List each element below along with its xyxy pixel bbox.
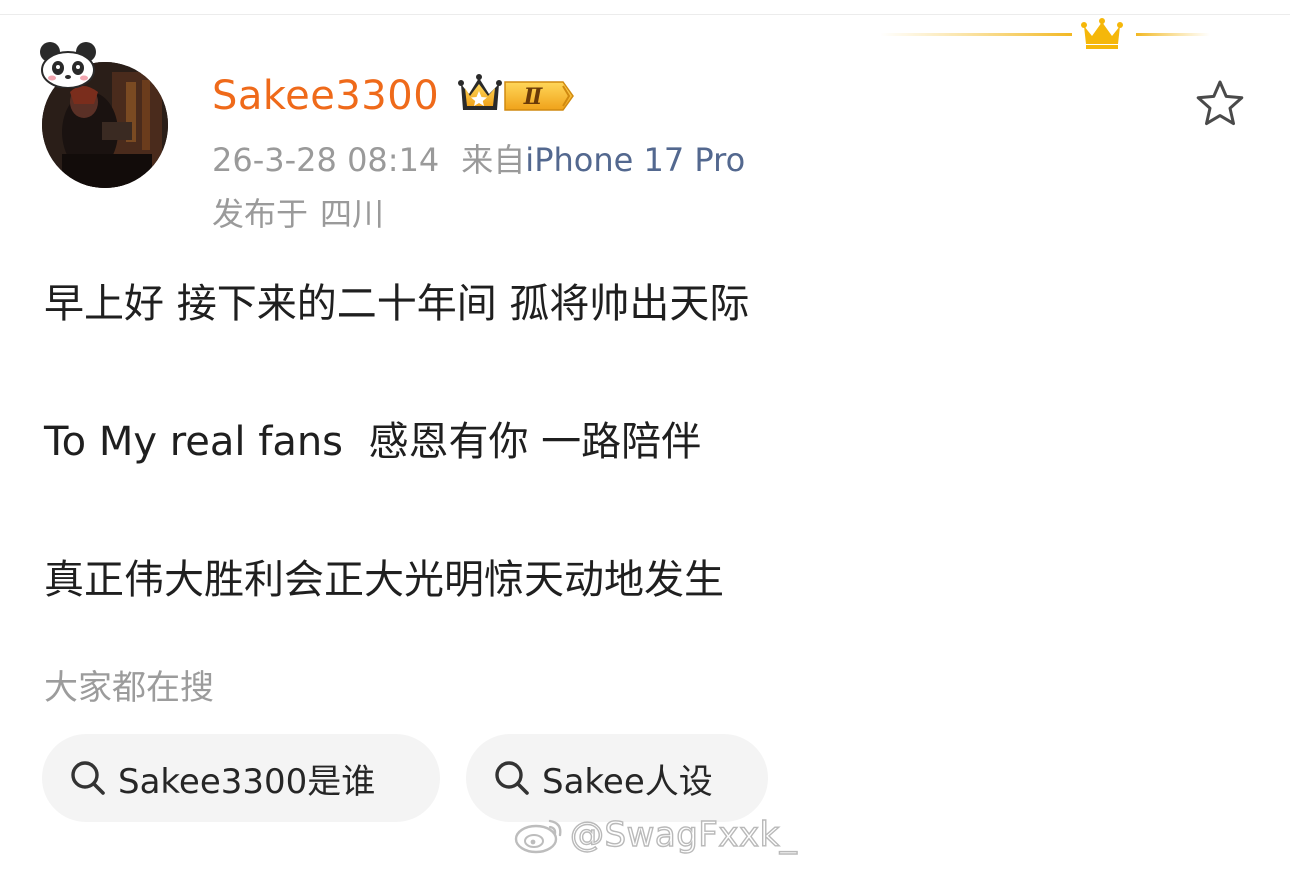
- author-avatar-wrapper[interactable]: [36, 40, 172, 190]
- search-chip-label: Sakee3300是谁: [118, 761, 376, 802]
- watermark-text: @SwagFxxk_: [569, 814, 798, 855]
- source-device-link[interactable]: iPhone 17 Pro: [525, 141, 745, 179]
- weibo-logo-icon: [514, 819, 562, 854]
- top-divider: [0, 14, 1290, 15]
- search-icon: [71, 761, 105, 795]
- username[interactable]: Sakee3300: [212, 70, 439, 122]
- panda-icon: [40, 42, 96, 88]
- crown-decoration-icon: [880, 18, 1210, 49]
- vip-level-label: Ⅱ: [523, 84, 544, 110]
- location-name: 四川: [320, 195, 385, 233]
- post-timestamp: 26-3-28 08:14: [212, 141, 440, 179]
- post-text-line-2: To My real fans 感恩有你 一路陪伴: [44, 419, 702, 465]
- search-chip-label: Sakee人设: [542, 761, 713, 802]
- star-outline-icon[interactable]: [1192, 76, 1248, 132]
- post-text-line-1: 早上好 接下来的二十年间 孤将帅出天际: [44, 281, 750, 327]
- post-text-line-3: 真正伟大胜利会正大光明惊天动地发生: [44, 557, 724, 603]
- search-chip[interactable]: Sakee3300是谁: [42, 734, 440, 822]
- post-meta: 26-3-28 08:14 来自iPhone 17 Pro: [212, 140, 745, 180]
- vip-badge[interactable]: Ⅱ: [455, 72, 575, 120]
- search-chip[interactable]: Sakee人设: [466, 734, 768, 822]
- search-suggestions-title: 大家都在搜: [44, 668, 214, 708]
- source-prefix: 来自: [461, 141, 526, 179]
- crown-icon: [458, 74, 502, 110]
- post-location: 发布于 四川: [212, 194, 384, 234]
- search-icon: [495, 761, 529, 795]
- location-prefix: 发布于: [212, 195, 309, 233]
- watermark: @SwagFxxk_: [512, 814, 797, 856]
